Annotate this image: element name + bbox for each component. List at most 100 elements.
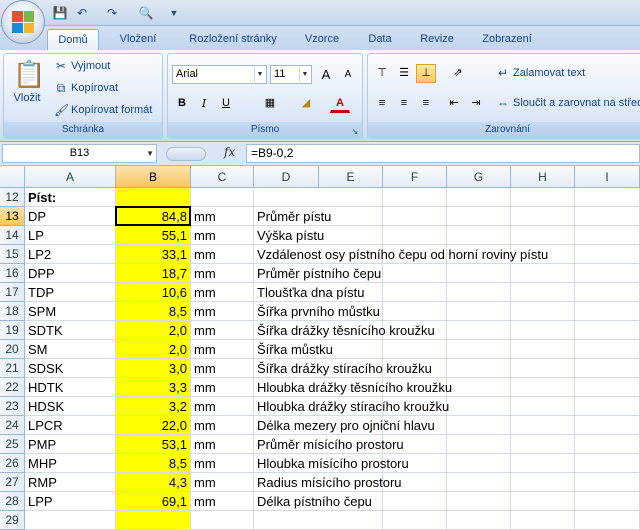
cell-c[interactable]: mm: [191, 340, 254, 359]
cell-empty[interactable]: [447, 397, 511, 416]
cell-d[interactable]: Šířka prvního můstku: [254, 302, 380, 321]
cell-empty[interactable]: [575, 207, 640, 226]
cell-empty[interactable]: [447, 283, 511, 302]
row-header[interactable]: 14: [0, 226, 25, 245]
column-header-f[interactable]: F: [383, 166, 447, 188]
cell-a[interactable]: LPCR: [25, 416, 116, 435]
cell-c[interactable]: mm: [191, 416, 254, 435]
cell-empty[interactable]: [383, 264, 447, 283]
row-header[interactable]: 21: [0, 359, 25, 378]
align-bottom-icon[interactable]: ⊥: [416, 64, 436, 83]
row-header[interactable]: 17: [0, 283, 25, 302]
cell-empty[interactable]: [511, 302, 575, 321]
cell-a[interactable]: DPP: [25, 264, 116, 283]
column-header-h[interactable]: H: [511, 166, 575, 188]
cell-empty[interactable]: [511, 283, 575, 302]
cell-c[interactable]: mm: [191, 283, 254, 302]
cell-empty[interactable]: [383, 511, 447, 530]
cell-c[interactable]: mm: [191, 226, 254, 245]
row-header[interactable]: 15: [0, 245, 25, 264]
cell-empty[interactable]: [319, 511, 383, 530]
cell-d[interactable]: Průměr pístního čepu: [254, 264, 381, 283]
cell-empty[interactable]: [511, 416, 575, 435]
cell-empty[interactable]: [383, 188, 447, 207]
row-header[interactable]: 20: [0, 340, 25, 359]
cell-a[interactable]: RMP: [25, 473, 116, 492]
cell-empty[interactable]: [511, 378, 575, 397]
cell-empty[interactable]: [575, 511, 640, 530]
cell-empty[interactable]: [575, 321, 640, 340]
cell-a[interactable]: SPM: [25, 302, 116, 321]
decrease-indent-icon[interactable]: ⇤: [444, 94, 464, 113]
cell-c[interactable]: mm: [191, 492, 254, 511]
cell-b[interactable]: [116, 188, 191, 207]
copy-button[interactable]: ⧉ Kopírovat: [54, 81, 118, 95]
name-box[interactable]: B13 ▼: [2, 144, 157, 163]
column-header-a[interactable]: A: [25, 166, 116, 188]
cell-empty[interactable]: [511, 492, 575, 511]
cell-c[interactable]: mm: [191, 321, 254, 340]
cell-empty[interactable]: [447, 226, 511, 245]
shrink-font-button[interactable]: A: [338, 65, 358, 84]
cell-a[interactable]: HDTK: [25, 378, 116, 397]
cell-c[interactable]: [191, 188, 254, 207]
cell-empty[interactable]: [575, 226, 640, 245]
row-header[interactable]: 12: [0, 188, 25, 207]
cell-empty[interactable]: [447, 340, 511, 359]
cell-d[interactable]: [254, 188, 319, 207]
tab-home[interactable]: Domů: [47, 29, 99, 50]
align-center-icon[interactable]: ≡: [394, 94, 414, 113]
cell-d[interactable]: Vzdálenost osy pístního čepu od horní ro…: [254, 245, 548, 264]
cell-empty[interactable]: [447, 321, 511, 340]
cell-a[interactable]: LP2: [25, 245, 116, 264]
column-header-e[interactable]: E: [319, 166, 383, 188]
cell-d[interactable]: Hloubka mísícího prostoru: [254, 454, 409, 473]
cell-empty[interactable]: [511, 473, 575, 492]
cell-empty[interactable]: [575, 492, 640, 511]
cell-empty[interactable]: [447, 492, 511, 511]
cell-empty[interactable]: [447, 511, 511, 530]
cell-empty[interactable]: [511, 340, 575, 359]
cell-a[interactable]: [25, 511, 116, 530]
bold-button[interactable]: B: [172, 94, 192, 113]
tab-page-layout[interactable]: Rozložení stránky: [178, 29, 288, 50]
cell-d[interactable]: Délka pístního čepu: [254, 492, 372, 511]
cell-empty[interactable]: [447, 473, 511, 492]
customize-icon[interactable]: ▼: [166, 5, 182, 21]
cell-empty[interactable]: [511, 435, 575, 454]
column-header-i[interactable]: I: [575, 166, 640, 188]
row-header[interactable]: 25: [0, 435, 25, 454]
cell-empty[interactable]: [447, 207, 511, 226]
cell-empty[interactable]: [575, 454, 640, 473]
cell-b[interactable]: 84,8: [116, 207, 191, 226]
column-header-c[interactable]: C: [191, 166, 254, 188]
cell-b[interactable]: 22,0: [116, 416, 191, 435]
italic-button[interactable]: I: [194, 94, 214, 113]
cell-c[interactable]: mm: [191, 359, 254, 378]
cell-a[interactable]: LP: [25, 226, 116, 245]
cell-d[interactable]: Průměr pístu: [254, 207, 331, 226]
cell-d[interactable]: Šířka drážky stíracího kroužku: [254, 359, 432, 378]
align-right-icon[interactable]: ≡: [416, 94, 436, 113]
cell-empty[interactable]: [383, 207, 447, 226]
grow-font-button[interactable]: A: [316, 65, 336, 84]
cell-empty[interactable]: [447, 454, 511, 473]
cell-empty[interactable]: [447, 302, 511, 321]
row-header[interactable]: 26: [0, 454, 25, 473]
cell-d[interactable]: Tloušťka dna pístu: [254, 283, 365, 302]
font-name-select[interactable]: Arial ▼: [172, 65, 267, 84]
align-top-icon[interactable]: ⊤: [372, 64, 392, 83]
cell-c[interactable]: [191, 511, 254, 530]
cell-empty[interactable]: [383, 283, 447, 302]
cell-d[interactable]: Hloubka drážky stíracího kroužku: [254, 397, 449, 416]
cell-a[interactable]: DP: [25, 207, 116, 226]
cell-d[interactable]: Šířka drážky těsnícího kroužku: [254, 321, 435, 340]
cell-b[interactable]: 8,5: [116, 454, 191, 473]
cell-empty[interactable]: [575, 264, 640, 283]
align-left-icon[interactable]: ≡: [372, 94, 392, 113]
cell-empty[interactable]: [383, 492, 447, 511]
cell-c[interactable]: mm: [191, 245, 254, 264]
cell-empty[interactable]: [511, 321, 575, 340]
cell-a[interactable]: TDP: [25, 283, 116, 302]
formula-input[interactable]: =B9-0,2: [246, 144, 640, 163]
